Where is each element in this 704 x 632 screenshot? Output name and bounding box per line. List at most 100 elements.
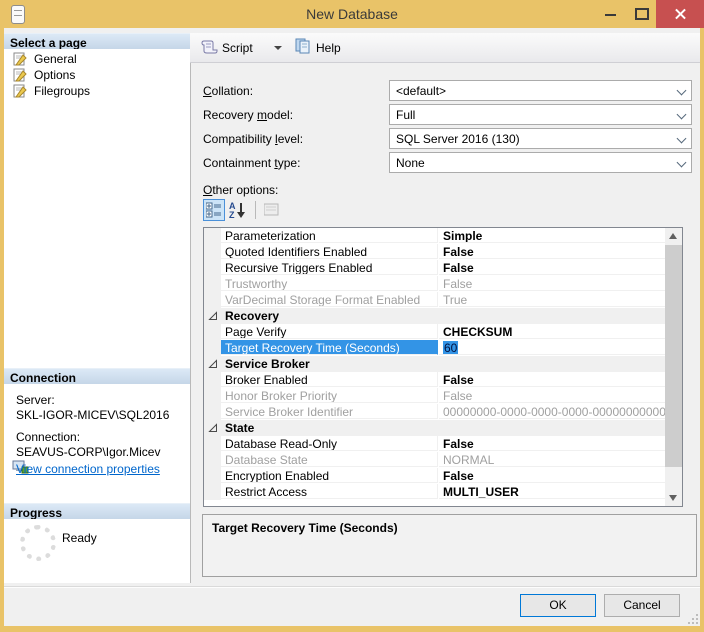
property-value[interactable]: False — [439, 276, 665, 291]
property-value[interactable]: CHECKSUM — [439, 324, 665, 339]
toolbar-separator — [255, 201, 256, 219]
close-button[interactable] — [656, 0, 704, 28]
chevron-down-icon — [677, 159, 687, 169]
property-name[interactable]: Parameterization — [221, 228, 438, 243]
progress-status: Ready — [62, 531, 97, 545]
new-database-dialog: New Database Select a page General Optio… — [0, 0, 704, 632]
grid-row: Parameterization Simple — [204, 228, 682, 244]
property-value[interactable]: NORMAL — [439, 452, 665, 467]
other-options-label: Other options: — [203, 183, 278, 197]
property-name[interactable]: Service Broker Identifier — [221, 404, 438, 419]
recovery-model-value: Full — [396, 108, 415, 122]
property-name[interactable]: Database Read-Only — [221, 436, 438, 451]
minimize-button[interactable] — [598, 0, 624, 28]
property-name[interactable]: Recursive Triggers Enabled — [221, 260, 438, 275]
maximize-button[interactable] — [628, 0, 654, 28]
help-button[interactable]: Help — [294, 37, 354, 58]
property-value[interactable]: True — [439, 292, 665, 307]
titlebar[interactable]: New Database — [0, 0, 704, 28]
scroll-up-button[interactable] — [665, 228, 682, 245]
category-label: Service Broker — [225, 357, 310, 371]
script-scroll-icon — [200, 38, 218, 54]
property-value[interactable]: Simple — [439, 228, 665, 243]
selected-edit-text: 60 — [443, 341, 458, 355]
property-description-title: Target Recovery Time (Seconds) — [212, 521, 398, 535]
svg-text:Z: Z — [229, 210, 235, 219]
sidebar-item-label: Options — [34, 68, 75, 82]
collation-value: <default> — [396, 84, 446, 98]
property-value[interactable]: MULTI_USER — [439, 484, 665, 499]
grid-row: Broker Enabled False — [204, 372, 682, 388]
compatibility-level-select[interactable]: SQL Server 2016 (130) — [389, 128, 692, 149]
scroll-down-button[interactable] — [665, 489, 682, 506]
categorized-view-button[interactable] — [203, 199, 225, 221]
property-value[interactable]: False — [439, 436, 665, 451]
server-value: SKL-IGOR-MICEV\SQL2016 — [16, 408, 169, 422]
view-connection-properties-link[interactable]: View connection properties — [16, 462, 160, 476]
script-button[interactable]: Script — [200, 37, 270, 58]
script-dropdown-icon[interactable] — [274, 46, 282, 50]
ok-button[interactable]: OK — [520, 594, 596, 617]
sidebar-item-options[interactable]: Options — [4, 67, 190, 83]
collapse-expander-icon[interactable] — [208, 311, 218, 321]
connection-value: SEAVUS-CORP\Igor.Micev — [16, 445, 160, 459]
scrollbar-thumb[interactable] — [665, 245, 682, 467]
property-value[interactable]: False — [439, 260, 665, 275]
property-name[interactable]: Target Recovery Time (Seconds) — [221, 340, 438, 355]
page-icon — [13, 52, 28, 66]
grid-scrollbar[interactable] — [665, 228, 682, 506]
sidebar-item-general[interactable]: General — [4, 51, 190, 67]
categorized-icon — [206, 202, 222, 218]
category-label: State — [225, 421, 254, 435]
progress-header: Progress — [4, 503, 190, 519]
help-pages-icon — [294, 38, 312, 54]
grid-category-row[interactable]: State — [204, 420, 682, 436]
property-value[interactable]: False — [439, 372, 665, 387]
property-value[interactable]: False — [439, 468, 665, 483]
grid-row: Recursive Triggers Enabled False — [204, 260, 682, 276]
collapse-expander-icon[interactable] — [208, 359, 218, 369]
property-value[interactable]: 00000000-0000-0000-0000-000000000000 — [439, 404, 665, 419]
sidebar-item-label: Filegroups — [34, 84, 90, 98]
containment-type-select[interactable]: None — [389, 152, 692, 173]
property-name[interactable]: VarDecimal Storage Format Enabled — [221, 292, 438, 307]
grid-category-row[interactable]: Service Broker — [204, 356, 682, 372]
property-name[interactable]: Page Verify — [221, 324, 438, 339]
grid-row: Service Broker Identifier 00000000-0000-… — [204, 404, 682, 420]
property-name[interactable]: Database State — [221, 452, 438, 467]
recovery-model-label: Recovery model: — [203, 108, 293, 122]
property-pages-button — [261, 200, 283, 222]
property-name[interactable]: Trustworthy — [221, 276, 438, 291]
property-name[interactable]: Quoted Identifiers Enabled — [221, 244, 438, 259]
az-sort-icon: AZ — [229, 201, 247, 219]
property-name[interactable]: Honor Broker Priority — [221, 388, 438, 403]
property-pages-icon — [264, 203, 280, 217]
dialog-toolbar: Script Help — [190, 33, 700, 63]
cancel-button[interactable]: Cancel — [604, 594, 680, 617]
sidebar-item-filegroups[interactable]: Filegroups — [4, 83, 190, 99]
collapse-expander-icon[interactable] — [208, 423, 218, 433]
grid-row: Database State NORMAL — [204, 452, 682, 468]
other-options-property-grid: Parameterization Simple Quoted Identifie… — [203, 227, 683, 507]
progress-panel: Ready — [4, 519, 190, 583]
containment-type-label: Containment type: — [203, 156, 300, 170]
connection-panel: Server: SKL-IGOR-MICEV\SQL2016 Connectio… — [4, 384, 190, 503]
sidebar-item-label: General — [34, 52, 77, 66]
dialog-content: Select a page General Options Filegroups… — [4, 28, 700, 626]
property-name[interactable]: Broker Enabled — [221, 372, 438, 387]
collation-select[interactable]: <default> — [389, 80, 692, 101]
containment-type-value: None — [396, 156, 425, 170]
compatibility-level-label: Compatibility level: — [203, 132, 303, 146]
grid-row-selected: Target Recovery Time (Seconds) 60 — [204, 340, 682, 356]
alphabetical-sort-button[interactable]: AZ — [227, 199, 249, 221]
recovery-model-select[interactable]: Full — [389, 104, 692, 125]
property-value[interactable]: False — [439, 388, 665, 403]
property-name[interactable]: Restrict Access — [221, 484, 438, 499]
property-name[interactable]: Encryption Enabled — [221, 468, 438, 483]
grid-category-row[interactable]: Recovery — [204, 308, 682, 324]
category-label: Recovery — [225, 309, 279, 323]
resize-grip[interactable] — [688, 614, 698, 624]
property-value-editor[interactable]: 60 — [439, 340, 665, 355]
property-value[interactable]: False — [439, 244, 665, 259]
grid-row: Restrict Access MULTI_USER — [204, 484, 682, 500]
